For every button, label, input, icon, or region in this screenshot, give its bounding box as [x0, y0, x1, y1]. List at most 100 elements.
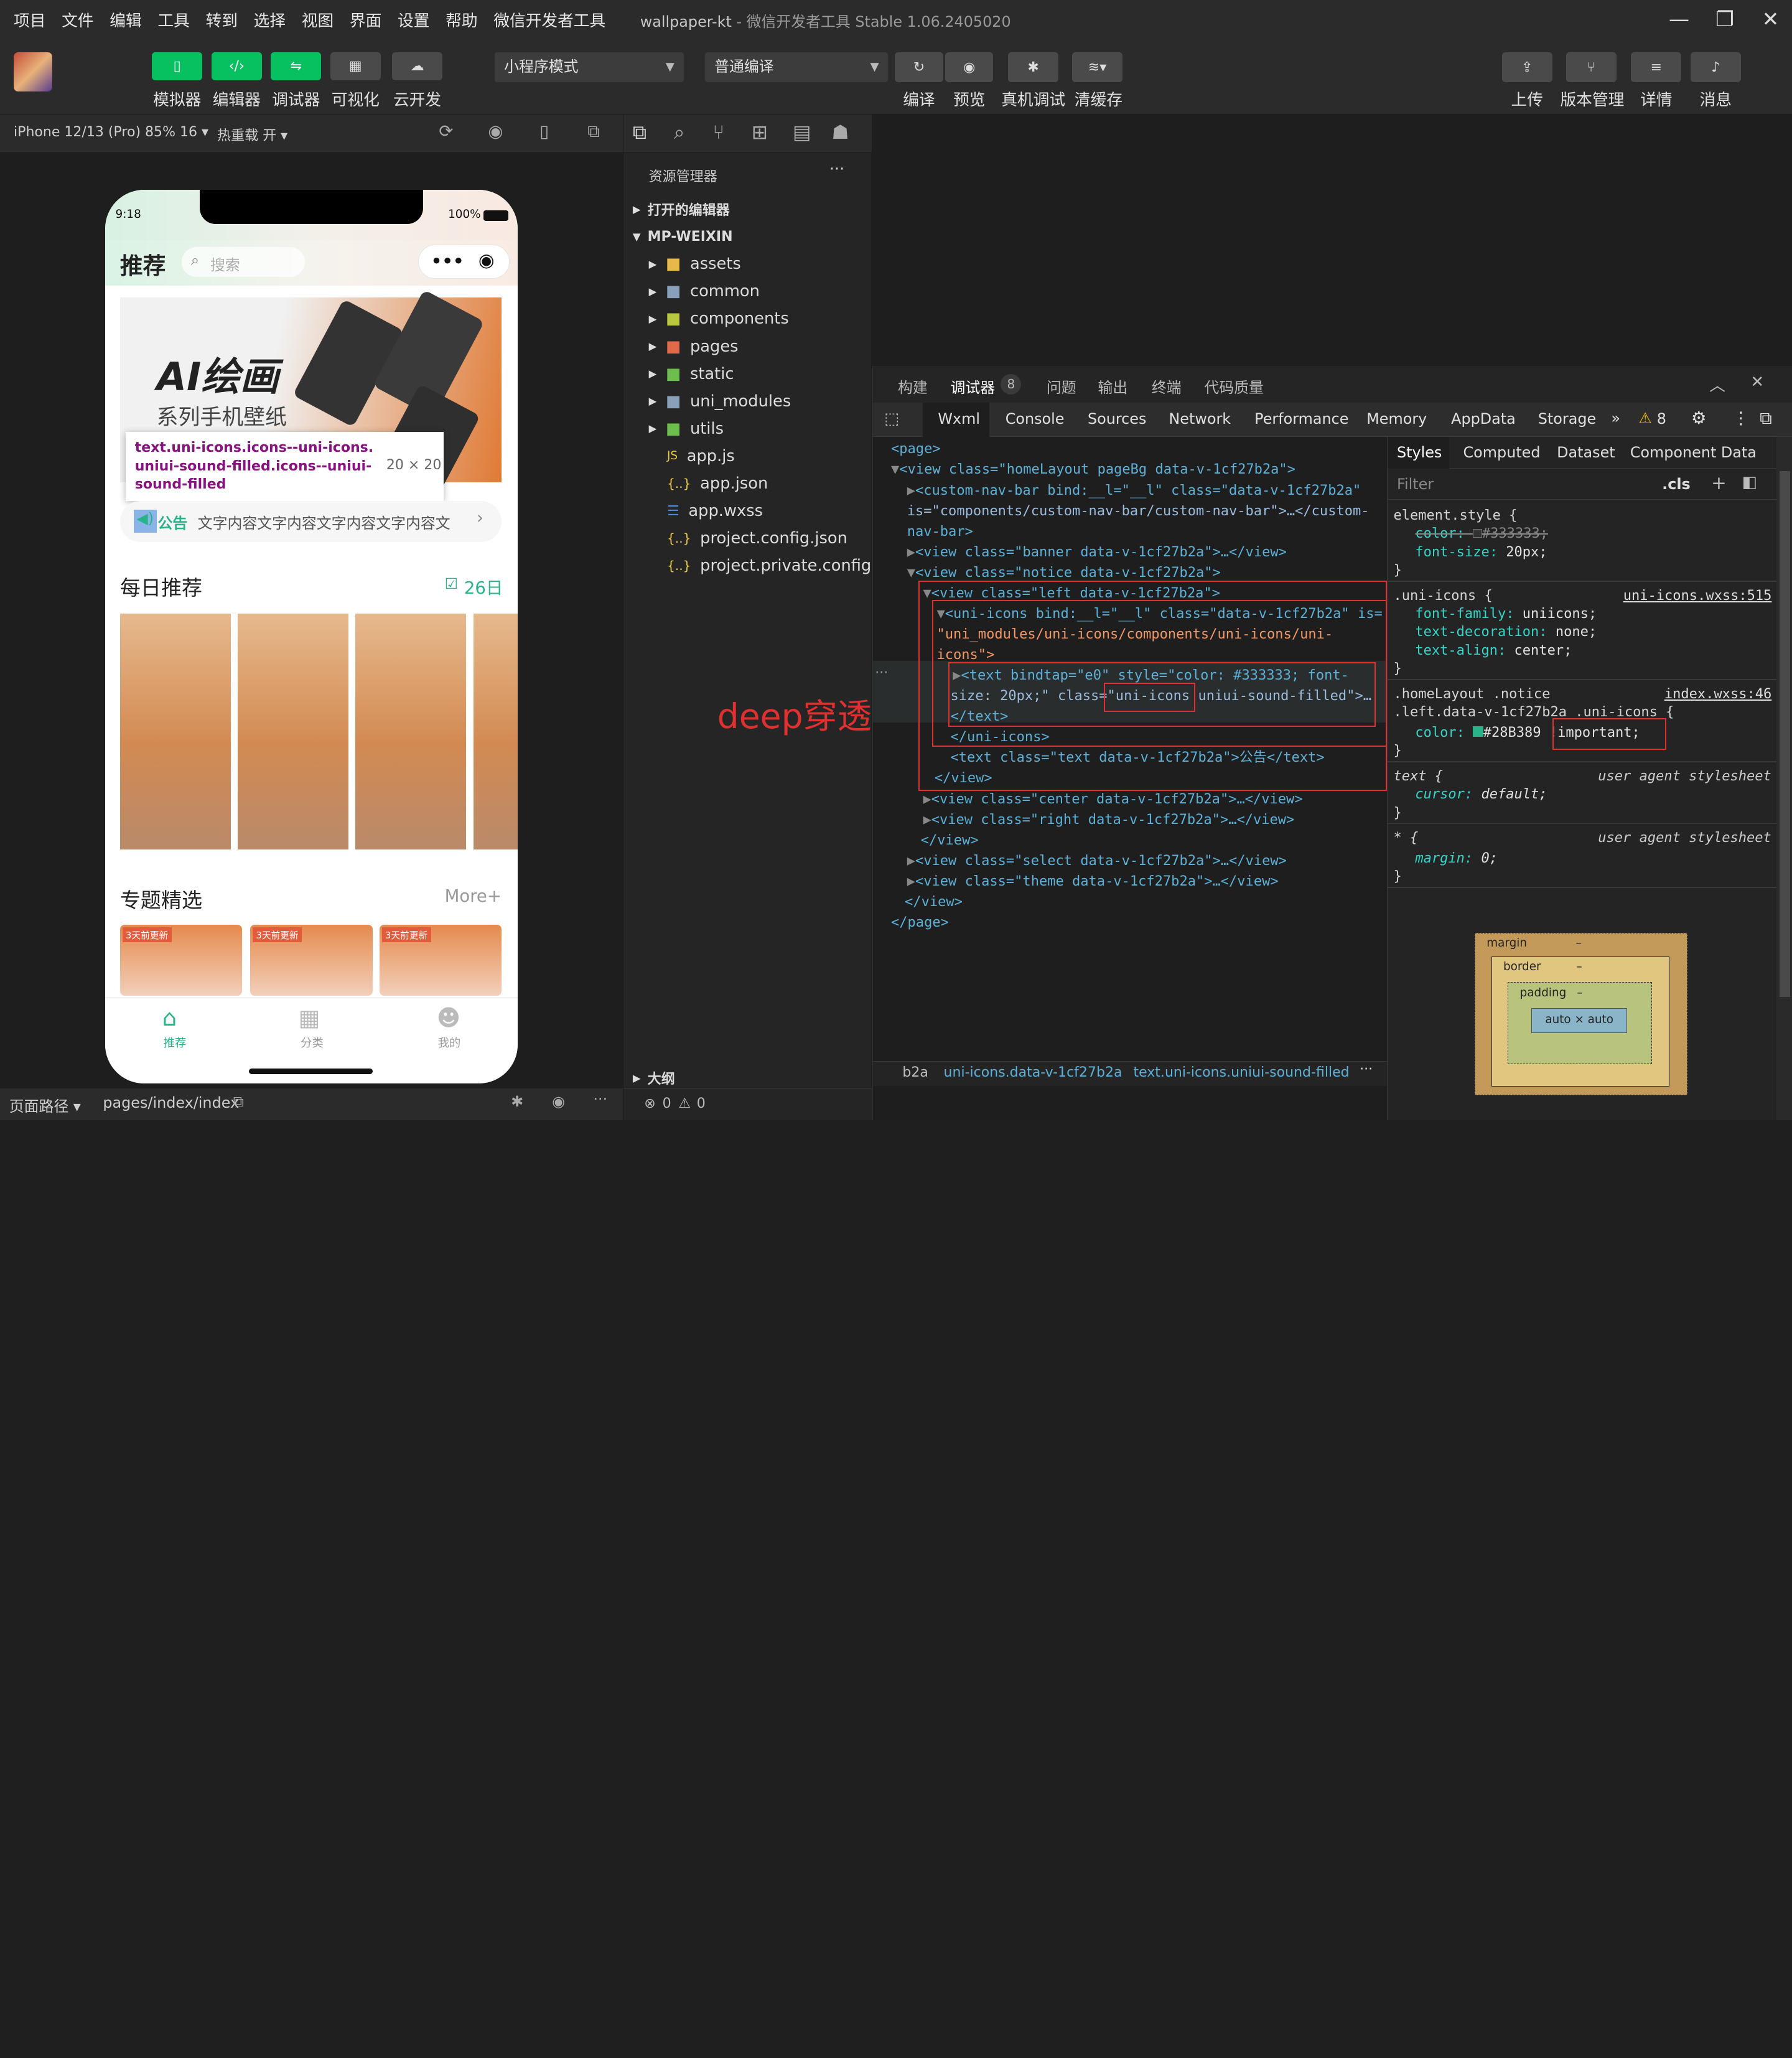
more-icon[interactable]: ··· — [829, 160, 845, 179]
scrollbar-thumb[interactable] — [1780, 470, 1790, 997]
tab-code-quality[interactable]: 代码质量 — [1204, 375, 1264, 397]
home-icon[interactable]: ⌂ — [162, 1004, 177, 1031]
cls-toggle[interactable]: .cls — [1662, 475, 1691, 493]
wxml-line[interactable]: ▼<view class="notice data-v-1cf27b2a"> — [907, 563, 1221, 583]
bug-icon[interactable]: ✱ — [1008, 52, 1059, 83]
tab-recommend[interactable]: 推荐 — [164, 1034, 187, 1050]
node-more-icon[interactable]: ··· — [875, 665, 888, 681]
close-capsule-icon[interactable]: ◉ — [478, 250, 495, 271]
eye-icon[interactable]: ◉ — [552, 1093, 565, 1110]
topics-more-link[interactable]: More+ — [445, 886, 502, 906]
styles-scrollbar[interactable] — [1776, 436, 1792, 1121]
user-icon[interactable]: ☻ — [437, 1004, 460, 1031]
git-icon[interactable]: ⑂ — [712, 121, 724, 144]
rotate-icon[interactable]: ⟳ — [439, 121, 453, 141]
style-prop[interactable]: text-decoration: none; — [1415, 622, 1597, 642]
device-select[interactable]: iPhone 12/13 (Pro) 85% 16 ▾ — [14, 124, 208, 140]
gear-icon[interactable]: ⚙ — [1691, 408, 1707, 428]
styles-filter[interactable]: Filter .cls + ◧ — [1388, 470, 1776, 500]
menu-item-help[interactable]: 帮助 — [446, 8, 477, 31]
bug-icon[interactable]: ✱ — [511, 1093, 523, 1110]
notice-bar[interactable]: ◀) 公告 文字内容文字内容文字内容文字内容文 › — [119, 500, 502, 542]
tab-computed[interactable]: Computed — [1463, 444, 1541, 461]
hot-reload-select[interactable]: 热重载 开 ▾ — [217, 124, 287, 144]
file-project-private-config[interactable]: {..} project.private.config.js... — [667, 552, 872, 579]
dock-icon[interactable]: ⧉ — [1760, 408, 1772, 429]
daily-wallpaper[interactable] — [355, 614, 467, 849]
tab-category[interactable]: 分类 — [301, 1034, 324, 1050]
topic-card[interactable]: 3天前更新 — [119, 925, 243, 996]
compile-select[interactable]: 普通编译 ▼ — [705, 52, 889, 83]
copy-icon[interactable]: ⧉ — [233, 1093, 244, 1110]
tab-dataset[interactable]: Dataset — [1557, 444, 1615, 461]
style-prop[interactable]: text-align: center; — [1415, 640, 1572, 661]
tab-storage[interactable]: Storage — [1538, 410, 1596, 428]
folder-static[interactable]: ▶ ■ static — [649, 360, 734, 388]
mode-select[interactable]: 小程序模式 ▼ — [495, 52, 684, 83]
grid-icon[interactable]: ▦ — [298, 1004, 320, 1031]
outline-section[interactable]: ▶ 大纲 — [633, 1064, 675, 1092]
topic-card[interactable]: 3天前更新 — [250, 925, 373, 996]
tab-sources[interactable]: Sources — [1088, 410, 1146, 428]
cloud-dev-icon[interactable]: ☁ — [392, 52, 442, 80]
wxml-line[interactable]: ▶<view class="banner data-v-1cf27b2a">…<… — [907, 542, 1287, 563]
tab-appdata[interactable]: AppData — [1451, 410, 1516, 428]
wxml-line[interactable]: ▶<view class="right data-v-1cf27b2a">…</… — [923, 810, 1294, 830]
file-app-json[interactable]: {..} app.json — [667, 470, 768, 497]
bell-icon[interactable]: ♪ — [1690, 52, 1741, 83]
files-icon[interactable]: ⧉ — [633, 121, 646, 144]
storage-icon[interactable]: ▤ — [793, 121, 811, 144]
more-icon[interactable]: ··· — [1360, 1062, 1373, 1077]
menu-item-settings[interactable]: 设置 — [398, 8, 429, 31]
wxml-line[interactable]: ▶<view class="center data-v-1cf27b2a">…<… — [923, 789, 1302, 810]
close-icon[interactable]: ✕ — [1750, 373, 1764, 391]
capsule-menu[interactable]: ••• ◉ — [418, 245, 510, 279]
docker-icon[interactable]: ☗ — [831, 121, 849, 144]
simulator-toggle-icon[interactable]: ▯ — [152, 52, 203, 80]
wxml-line[interactable]: ▶<custom-nav-bar bind:__l="__l" class="d… — [907, 480, 1361, 501]
add-rule-icon[interactable]: + — [1711, 472, 1727, 493]
upload-icon[interactable]: ⇪ — [1501, 52, 1552, 83]
popout-icon[interactable]: ⧉ — [587, 121, 600, 142]
menu-item-interface[interactable]: 界面 — [350, 8, 381, 31]
breadcrumb-item[interactable]: uni-icons.data-v-1cf27b2a — [944, 1065, 1122, 1080]
visual-toggle-icon[interactable]: ▦ — [330, 52, 381, 80]
wxml-line[interactable]: ▼<view class="homeLayout pageBg data-v-1… — [891, 459, 1295, 480]
menu-item-project[interactable]: 项目 — [14, 8, 45, 31]
extensions-icon[interactable]: ⊞ — [752, 121, 768, 144]
phone-icon[interactable]: ▯ — [539, 121, 549, 141]
kebab-icon[interactable]: ⋮ — [1732, 408, 1750, 428]
tab-performance[interactable]: Performance — [1254, 410, 1348, 428]
project-section[interactable]: ▼ MP-WEIXIN — [633, 223, 733, 250]
status-bar-problems[interactable]: ⊗ 0 ⚠ 0 — [623, 1088, 872, 1121]
page-path-select[interactable]: 页面路径 ▾ — [9, 1094, 81, 1116]
wxml-line[interactable]: <page> — [891, 439, 941, 459]
more-tabs-icon[interactable]: » — [1611, 409, 1620, 427]
toggle-sidebar-icon[interactable]: ◧ — [1742, 473, 1757, 492]
inspect-icon[interactable]: ⬚ — [884, 409, 899, 428]
menu-item-tools[interactable]: 工具 — [157, 8, 189, 31]
tab-styles[interactable]: Styles — [1397, 444, 1442, 461]
tab-terminal[interactable]: 终端 — [1152, 375, 1182, 397]
tab-component-data[interactable]: Component Data — [1630, 444, 1757, 461]
menu-item-file[interactable]: 文件 — [62, 8, 93, 31]
version-icon[interactable]: ⑂ — [1566, 52, 1617, 83]
file-project-config[interactable]: {..} project.config.json — [667, 525, 847, 552]
style-source-link[interactable]: uni-icons.wxss:515 — [1623, 586, 1772, 606]
folder-pages[interactable]: ▶ ■ pages — [649, 333, 739, 360]
breadcrumb-item[interactable]: b2a — [902, 1065, 928, 1080]
menu-item-select[interactable]: 选择 — [254, 8, 286, 31]
wxml-line[interactable]: ▶<view class="select data-v-1cf27b2a">…<… — [907, 851, 1287, 871]
eye-icon[interactable]: ◉ — [945, 52, 994, 83]
menu-item-edit[interactable]: 编辑 — [110, 8, 141, 31]
style-source-link[interactable]: index.wxss:46 — [1664, 684, 1771, 704]
close-window-icon[interactable]: ✕ — [1753, 7, 1788, 31]
tab-network[interactable]: Network — [1169, 410, 1231, 428]
menu-item-goto[interactable]: 转到 — [206, 8, 238, 31]
more-dots-icon[interactable]: ••• — [431, 249, 465, 273]
chevron-up-icon[interactable]: ︿ — [1709, 373, 1725, 396]
folder-uni-modules[interactable]: ▶ ■ uni_modules — [649, 388, 791, 415]
editor-toggle-icon[interactable]: ‹/› — [211, 52, 262, 80]
style-prop-struck[interactable]: color: #333333; — [1415, 523, 1548, 544]
tab-build[interactable]: 构建 — [898, 375, 928, 397]
